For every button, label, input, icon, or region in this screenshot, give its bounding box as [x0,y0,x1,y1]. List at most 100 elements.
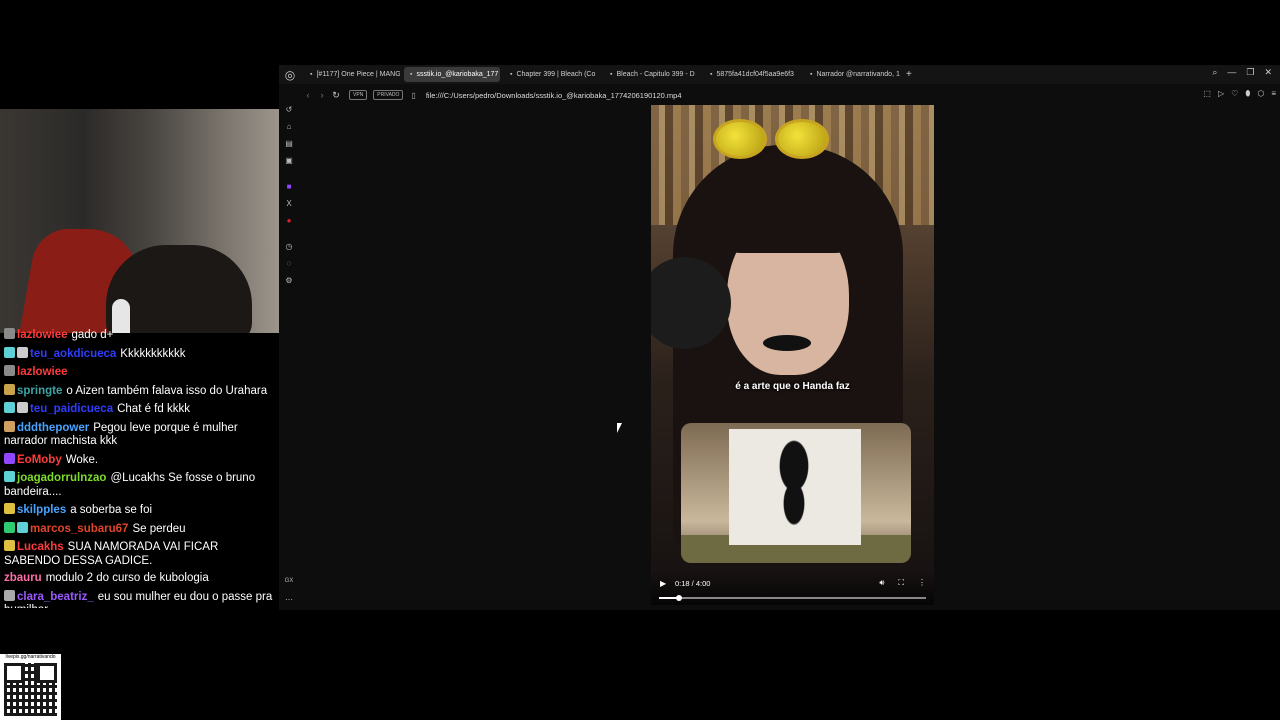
settings-icon[interactable]: ⚙ [279,276,299,285]
tab-label: [#1177] One Piece | MANG [316,71,400,78]
video-control-icons: 🔊︎ ⛶ ⋮ [879,578,926,588]
seek-bar[interactable] [659,595,926,601]
shield-icon[interactable]: ⬮ [1245,89,1250,99]
chat-badge-icon [4,471,15,482]
sunglasses [713,119,837,159]
new-tab-button[interactable]: + [906,69,912,80]
menu-icon[interactable]: ≡ [1271,89,1276,99]
webcam-feed [0,109,279,333]
tab-label: Chapter 399 | Bleach (Co [516,71,596,78]
file-icon: ▯ [411,90,416,100]
seek-handle[interactable] [676,595,683,601]
page-icon: ▪ [810,71,813,78]
chat-username[interactable]: EoMoby [17,454,62,466]
address-bar: ‹ › ↻ VPN PRIVADO ▯ file:///C:/Users/ped… [301,86,1280,104]
wallet-icon[interactable]: ▤ [279,139,299,148]
browser-tab[interactable]: ▪ Bleach - Capitulo 399 - D [604,67,700,82]
forward-icon[interactable]: › [315,90,329,100]
chat-username[interactable]: clara_beatriz_ [17,591,94,603]
chat-message: dddthepower Pegou leve porque é mulher na… [0,419,279,451]
more-options-icon[interactable]: ⋮ [918,578,926,588]
youtube-icon[interactable]: ● [279,216,299,225]
chat-message: EoMoby Woke. [0,451,279,470]
video-controls: ▶ 0:18 / 4:00 🔊︎ ⛶ ⋮ [651,571,934,605]
vpn-badge[interactable]: VPN [349,90,368,100]
heart-icon[interactable]: ♡ [1231,89,1238,99]
browser-tab[interactable]: ▪ 5875fa41dcf04f5aa9e6f3 [704,67,800,82]
chat-username[interactable]: teu_aokdicueca [30,348,116,360]
chat-badge-icon [17,402,28,413]
chat-message: springte o Aizen também falava isso do Ur… [0,382,279,401]
window-controls: ⌕ — ❐ ✕ [1212,67,1272,78]
search-icon[interactable]: ⌕ [1212,67,1217,78]
chat-badge-icon [17,346,28,358]
chat-username[interactable]: marcos_subaru67 [30,523,128,535]
browser-logo-icon[interactable]: ◎ [280,65,300,84]
chat-message: joagadorrulnzao @Lucakhs Se fosse o bruno… [0,469,279,501]
chat-username[interactable]: joagadorrulnzao [17,472,106,484]
chat-message: lazlowiee gado d+ [0,326,279,345]
volume-icon[interactable]: 🔊︎ [879,578,884,588]
chat-badge-icon [4,589,15,601]
clock-icon[interactable]: ◷ [279,242,299,251]
gx-icon[interactable]: GX [279,578,299,584]
chat-username[interactable]: zbauru [4,572,42,584]
chat-username[interactable]: Lucakhs [17,541,64,553]
chat-username[interactable]: springte [17,385,62,397]
history-icon[interactable]: ↺ [279,105,299,114]
screenshot-icon[interactable]: ⬚ [1203,89,1211,99]
twitch-icon[interactable]: ■ [279,182,299,191]
play-icon[interactable]: ▷ [1218,89,1224,99]
browser-tab[interactable]: ▪ [#1177] One Piece | MANG [304,67,400,82]
chat-message: marcos_subaru67 Se perdeu [0,520,279,539]
x-icon[interactable]: X [279,199,299,208]
chat-badge-icon [4,420,15,432]
qr-code-panel: livepix.gg/narrativando [0,654,61,720]
minimize-icon[interactable]: — [1227,67,1236,78]
chat-username[interactable]: lazlowiee [17,366,68,378]
play-button[interactable]: ▶ [660,579,666,588]
url-field[interactable]: file:///C:/Users/pedro/Downloads/ssstik.… [426,91,682,100]
fullscreen-icon[interactable]: ⛶ [898,578,904,588]
chat-username[interactable]: skilpples [17,504,66,516]
tab-label: Narrador @narrativando, 1 [816,71,900,78]
chat-icon[interactable]: ◌ [279,259,299,268]
browser-tab[interactable]: ▪ Narrador @narrativando, 1 [804,67,900,82]
chat-username[interactable]: teu_paidicueca [30,403,113,415]
time-display: 0:18 / 4:00 [675,579,711,588]
private-badge[interactable]: PRIVADO [373,90,404,100]
chat-message: clara_beatriz_ eu sou mulher eu dou o pas… [0,588,279,608]
chat-badge-icon [4,521,15,533]
video-player[interactable]: é a arte que o Handa faz ▶ 0:18 / 4:00 🔊… [651,105,934,605]
chat-message: skilpples a soberba se foi [0,501,279,520]
chat-message: lazlowiee [0,363,279,382]
chat-username[interactable]: dddthepower [17,422,89,434]
chat-username[interactable]: lazlowiee [17,329,68,341]
chat-badge-icon [4,365,15,376]
browser-tab[interactable]: ▪ Chapter 399 | Bleach (Co [504,67,600,82]
page-icon: ▪ [710,71,713,78]
chat-text: o Aizen também falava isso do Urahara [66,384,268,397]
chat-badge-icon [4,328,15,339]
sidebar: ↺ ⌂ ▤ ▣ ■ X ● ◷ ◌ ⚙ GX ⋯ [279,103,299,610]
chat-badge-icon [4,540,15,551]
more-icon[interactable]: ⋯ [279,595,299,604]
chat-badge-icon [17,521,28,533]
chat-badge-icon [4,402,15,413]
tab-label: ssstik.io_@kariobaka_177 [416,71,499,78]
chat-badge-icon [4,346,15,358]
address-actions: ⬚ ▷ ♡ ⬮ ⬡ ≡ [1203,89,1276,99]
page-icon: ▪ [610,71,613,78]
presenter-lips [763,335,811,351]
close-icon[interactable]: ✕ [1264,67,1272,78]
browser-tab[interactable]: ▪ ssstik.io_@kariobaka_177 [404,67,500,82]
chat-text: gado d+ [71,329,114,341]
reload-icon[interactable]: ↻ [329,90,343,101]
extension-icon[interactable]: ⬡ [1257,89,1264,99]
tab-bar: ◎ ▪ [#1177] One Piece | MANG ▪ ssstik.io_@k… [279,65,1280,84]
maximize-icon[interactable]: ❐ [1246,67,1254,78]
bag-icon[interactable]: ⌂ [279,122,299,131]
video-subtitle: é a arte que o Handa faz [735,381,850,392]
news-icon[interactable]: ▣ [279,156,299,165]
back-icon[interactable]: ‹ [301,90,315,100]
